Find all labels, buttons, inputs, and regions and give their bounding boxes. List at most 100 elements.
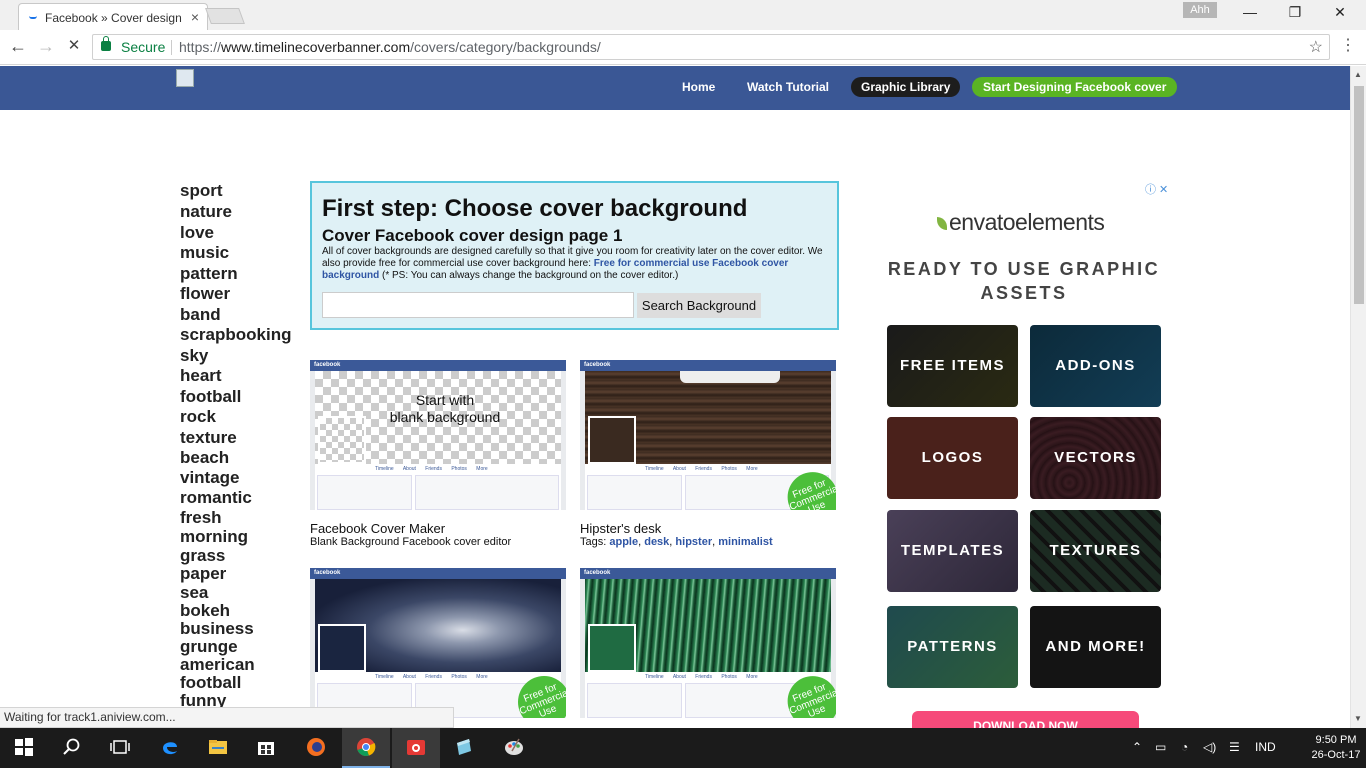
back-button[interactable]: ← (7, 36, 29, 58)
category-link[interactable]: texture (180, 428, 300, 448)
ad-tile-add-ons[interactable]: ADD-ONS (1030, 325, 1161, 407)
address-bar[interactable]: Secure https://www.timelinecoverbanner.c… (92, 34, 1330, 60)
category-link[interactable]: business (180, 619, 300, 638)
tag-link[interactable]: minimalist (718, 536, 772, 548)
wifi-icon[interactable]: ◔ (1181, 740, 1188, 754)
ad-tile-and-more[interactable]: AND MORE! (1030, 606, 1161, 688)
ad-choices-icon[interactable]: ⓘ ✕ (1145, 181, 1175, 196)
search-background-input[interactable] (322, 292, 634, 318)
new-tab-button[interactable] (205, 8, 245, 24)
stop-button[interactable]: ✕ (63, 36, 85, 58)
cover-card-blank[interactable]: facebook Start with blank background Tim… (310, 360, 566, 548)
category-link[interactable]: sea (180, 583, 300, 602)
task-view-button[interactable] (96, 728, 144, 768)
category-link[interactable]: paper (180, 564, 300, 584)
category-link[interactable]: morning (180, 527, 300, 546)
category-link[interactable]: sky (180, 346, 300, 367)
taskbar-app-blue[interactable] (440, 728, 488, 768)
minimize-button[interactable]: — (1228, 4, 1272, 24)
tag-link[interactable]: apple (609, 536, 638, 548)
cover-thumbnail[interactable]: facebook Timeline About Friends Photos M… (580, 568, 836, 718)
taskbar-file-explorer[interactable] (194, 728, 242, 768)
category-link[interactable]: rock (180, 407, 300, 428)
category-link[interactable]: football (180, 673, 300, 692)
taskbar-firefox[interactable] (292, 728, 340, 768)
tags-label: Tags: (580, 536, 610, 548)
search-button[interactable] (48, 728, 96, 768)
profile-button[interactable]: Ahh (1183, 2, 1217, 18)
ad-tile-templates[interactable]: TEMPLATES (887, 510, 1018, 592)
category-link[interactable]: football (180, 387, 300, 408)
tray-chevron-icon[interactable]: ⌃ (1132, 740, 1142, 754)
ad-tile-vectors[interactable]: VECTORS (1030, 417, 1161, 499)
category-link[interactable]: flower (180, 284, 300, 305)
taskbar-paint[interactable] (490, 728, 538, 768)
chrome-icon (357, 738, 376, 757)
tab-close-icon[interactable]: × (191, 9, 199, 25)
category-link[interactable]: fresh (180, 508, 300, 528)
start-button[interactable] (0, 728, 48, 768)
cover-thumbnail[interactable]: facebook Start with blank background Tim… (310, 360, 566, 510)
system-clock[interactable]: 9:50 PM 26-Oct-17 (1306, 733, 1366, 763)
forward-button[interactable]: → (35, 36, 57, 58)
browser-menu-icon[interactable]: ⋮ (1340, 35, 1356, 55)
bookmark-star-icon[interactable]: ☆ (1309, 37, 1323, 57)
search-background-button[interactable]: Search Background (637, 293, 761, 318)
photo-app-icon (407, 740, 425, 755)
category-link[interactable]: funny (180, 691, 300, 708)
envato-logo[interactable]: envatoelements (937, 209, 1105, 236)
category-link[interactable]: music (180, 243, 300, 264)
nav-graphic-library[interactable]: Graphic Library (851, 77, 961, 97)
category-link[interactable]: sport (180, 180, 300, 202)
scrollbar-thumb[interactable] (1354, 86, 1364, 304)
category-link[interactable]: grunge (180, 637, 300, 656)
nav-home[interactable]: Home (682, 77, 715, 97)
category-link[interactable]: nature (180, 202, 300, 223)
category-link[interactable]: pattern (180, 264, 300, 285)
site-logo[interactable] (176, 69, 194, 87)
category-link[interactable]: scrapbooking (180, 325, 300, 346)
ad-tile-logos[interactable]: LOGOS (887, 417, 1018, 499)
category-link[interactable]: vintage (180, 468, 300, 488)
cover-card-grass[interactable]: facebook Timeline About Friends Photos M… (580, 568, 836, 718)
window-close-button[interactable]: ✕ (1318, 4, 1362, 24)
taskbar-store[interactable] (242, 728, 290, 768)
battery-icon[interactable]: ▭ (1155, 740, 1166, 754)
start-designing-button[interactable]: Start Designing Facebook cover (972, 77, 1178, 97)
cover-card-hipster-desk[interactable]: facebook Timeline About Friends Photos M… (580, 360, 836, 548)
blank-overlay-text: Start with blank background (370, 392, 520, 426)
taskbar-app-red[interactable] (392, 728, 440, 768)
download-now-button[interactable]: DOWNLOAD NOW (912, 711, 1139, 728)
scroll-up-icon[interactable]: ▲ (1354, 70, 1362, 79)
ad-tile-textures[interactable]: TEXTURES (1030, 510, 1161, 592)
volume-icon[interactable]: ◁) (1203, 740, 1216, 754)
cover-name[interactable]: Hipster's desk (580, 521, 836, 536)
category-link[interactable]: american (180, 655, 300, 674)
facebook-bar: facebook (580, 360, 836, 371)
category-link[interactable]: bokeh (180, 601, 300, 620)
category-link[interactable]: romantic (180, 488, 300, 508)
cover-thumbnail[interactable]: facebook Timeline About Friends Photos M… (310, 568, 566, 718)
category-link[interactable]: beach (180, 448, 300, 468)
ad-tile-patterns[interactable]: PATTERNS (887, 606, 1018, 688)
scroll-down-icon[interactable]: ▼ (1354, 714, 1362, 723)
category-link[interactable]: heart (180, 366, 300, 387)
category-link[interactable]: band (180, 305, 300, 326)
cover-name[interactable]: Facebook Cover Maker (310, 521, 566, 536)
browser-tab[interactable]: Facebook » Cover design × (18, 3, 208, 30)
notifications-icon[interactable]: ☰ (1229, 740, 1240, 754)
category-link[interactable]: love (180, 223, 300, 244)
taskbar-chrome[interactable] (342, 728, 390, 768)
tag-link[interactable]: desk (644, 536, 669, 548)
taskbar-edge[interactable] (146, 728, 194, 768)
cover-card-sea[interactable]: facebook Timeline About Friends Photos M… (310, 568, 566, 718)
category-link[interactable]: grass (180, 546, 300, 565)
restore-button[interactable]: ❐ (1273, 4, 1317, 24)
page-scrollbar[interactable]: ▲ ▼ (1350, 66, 1366, 728)
tag-link[interactable]: hipster (675, 536, 712, 548)
language-indicator[interactable]: IND (1255, 740, 1276, 754)
ad-tile-free-items[interactable]: FREE ITEMS (887, 325, 1018, 407)
browser-toolbar: ← → ✕ Secure https://www.timelinecoverba… (0, 30, 1366, 65)
cover-thumbnail[interactable]: facebook Timeline About Friends Photos M… (580, 360, 836, 510)
nav-watch-tutorial[interactable]: Watch Tutorial (747, 77, 829, 97)
